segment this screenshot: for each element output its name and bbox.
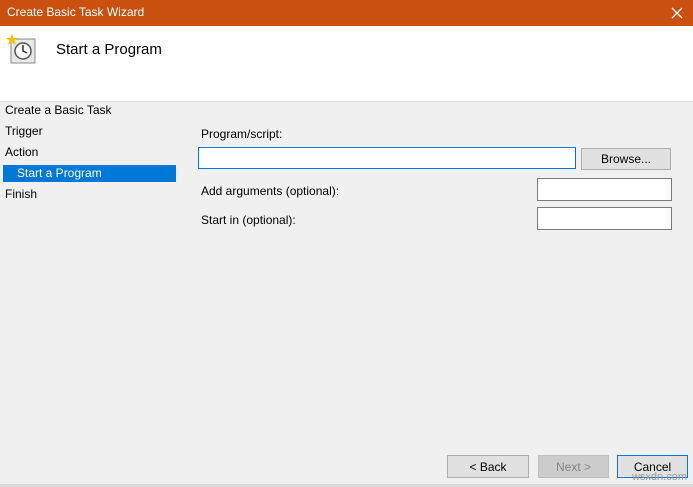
window-title: Create Basic Task Wizard [7,5,145,19]
close-icon[interactable] [661,0,693,26]
arguments-label: Add arguments (optional): [201,184,340,198]
step-label: Finish [5,187,38,201]
program-script-label: Program/script: [201,127,283,141]
wizard-header: Start a Program [0,26,693,102]
arguments-input[interactable] [537,178,672,201]
step-create-basic-task[interactable]: Create a Basic Task [5,102,112,119]
start-in-input[interactable] [537,207,672,230]
step-label: Trigger [5,124,43,138]
task-scheduler-clock-icon [5,33,39,67]
step-start-a-program[interactable]: Start a Program [3,165,176,182]
program-script-input[interactable] [198,147,576,169]
step-label: Action [5,145,39,159]
step-trigger[interactable]: Trigger [5,123,43,140]
watermark: wsxdn.com [631,471,687,483]
step-label: Create a Basic Task [5,103,112,117]
step-label: Start a Program [17,166,102,180]
next-button[interactable]: Next > [538,455,609,478]
step-action[interactable]: Action [5,144,38,161]
step-finish[interactable]: Finish [5,186,37,203]
title-bar: Create Basic Task Wizard [0,0,693,26]
start-in-label: Start in (optional): [201,213,296,227]
browse-button[interactable]: Browse... [581,148,671,170]
page-title: Start a Program [56,41,162,58]
back-button[interactable]: < Back [447,455,529,478]
